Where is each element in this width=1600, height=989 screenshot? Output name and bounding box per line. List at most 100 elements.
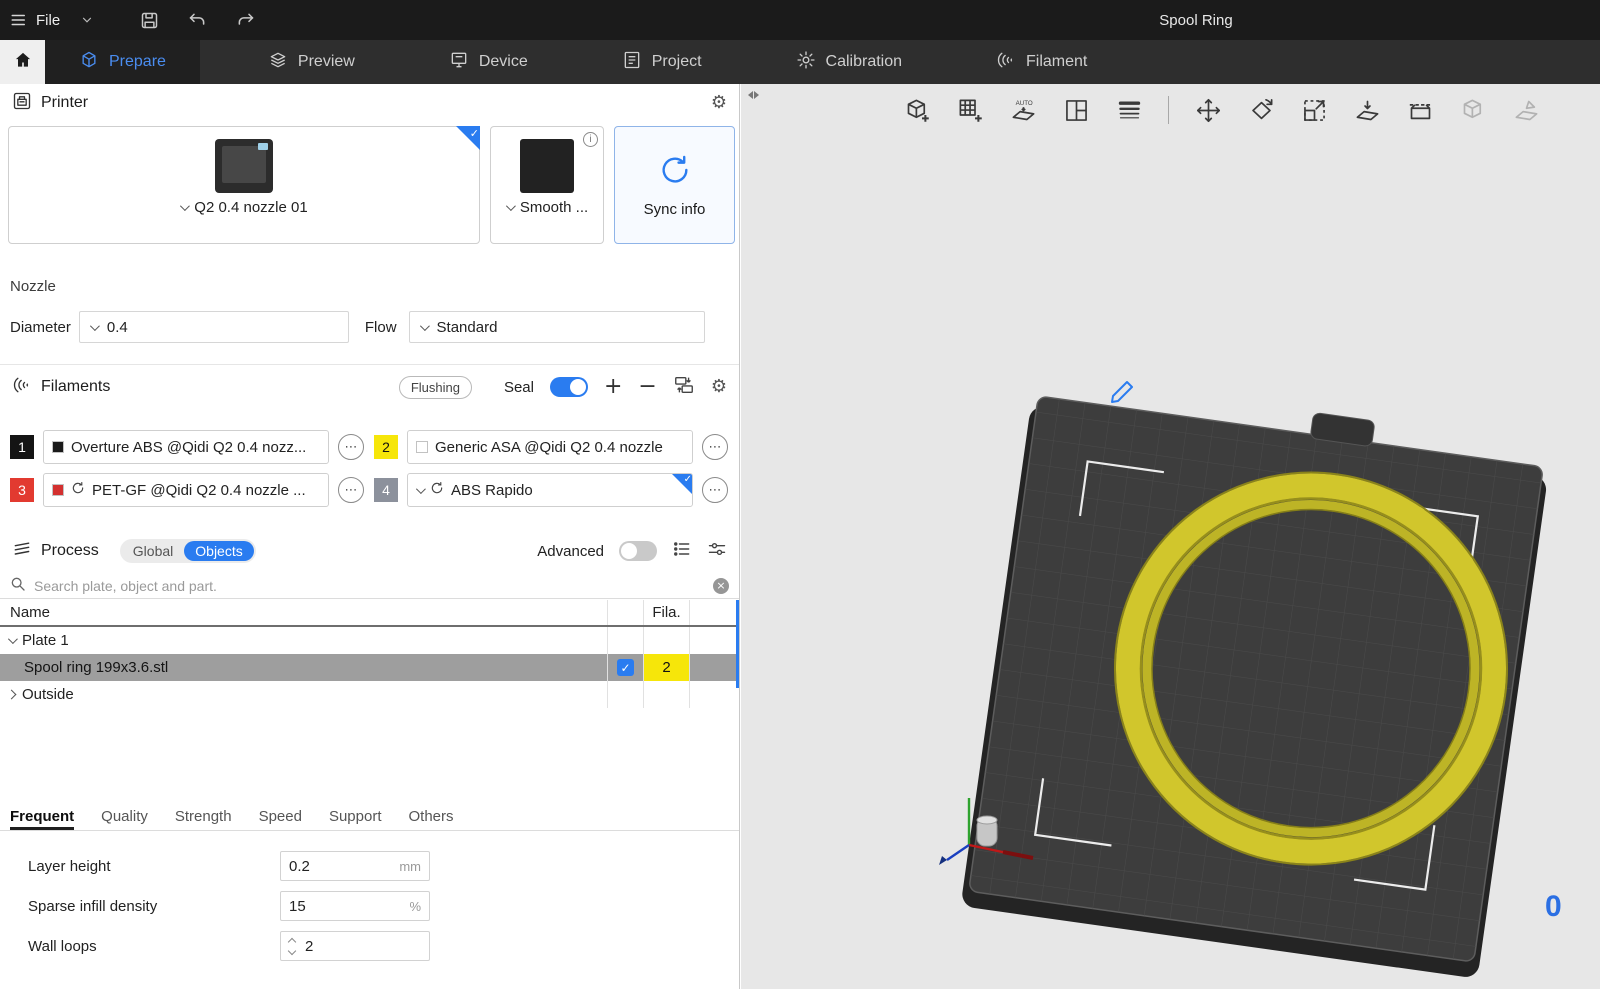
cut-icon[interactable]	[1402, 92, 1438, 128]
viewport-3d[interactable]: AUTO 0	[741, 84, 1600, 989]
tab-filament-label: Filament	[1026, 53, 1088, 70]
stepper-arrows-icon[interactable]	[287, 937, 301, 955]
plate-type-card[interactable]: i Smooth ...	[490, 126, 604, 244]
tab-prepare[interactable]: Prepare	[45, 40, 200, 84]
sync-info-button[interactable]: Sync info	[614, 126, 735, 244]
move-icon[interactable]	[1190, 92, 1226, 128]
tab-strength[interactable]: Strength	[175, 808, 232, 830]
search-clear-icon[interactable]: ×	[713, 577, 729, 594]
tab-project[interactable]: Project	[596, 40, 728, 84]
file-chevron-button[interactable]	[70, 3, 104, 37]
tab-speed[interactable]: Speed	[259, 808, 302, 830]
wall-loops-value: 2	[305, 937, 314, 955]
filament-3-menu-button[interactable]: ⋯	[338, 477, 364, 503]
filament-2-badge: 2	[374, 435, 398, 459]
place-on-face-icon[interactable]	[1349, 92, 1385, 128]
filament-1-badge: 1	[10, 435, 34, 459]
chevron-right-icon[interactable]	[6, 689, 17, 700]
auto-orient-icon[interactable]: AUTO	[1005, 92, 1041, 128]
arrange-icon[interactable]	[1058, 92, 1094, 128]
tab-support[interactable]: Support	[329, 808, 382, 830]
tab-others[interactable]: Others	[409, 808, 454, 830]
chevron-down-icon	[415, 483, 426, 494]
filament-1-menu-button[interactable]: ⋯	[338, 434, 364, 460]
tab-quality[interactable]: Quality	[101, 808, 148, 830]
home-button[interactable]	[0, 40, 45, 84]
tree-row-spool-ring[interactable]: Spool ring 199x3.6.stl ✓ 2	[0, 654, 739, 681]
scope-objects-button[interactable]: Objects	[184, 541, 254, 561]
printer-selector-card[interactable]: ✓ Q2 0.4 nozzle 01	[8, 126, 480, 244]
scope-global-button[interactable]: Global	[122, 541, 184, 561]
sidebar: Printer ⚙ ✓ Q2 0.4 nozzle 01 i Smooth ..…	[0, 84, 740, 989]
filament-2-menu-button[interactable]: ⋯	[702, 434, 728, 460]
filament-4-field[interactable]: ABS Rapido ✓	[407, 473, 693, 507]
rotate-icon[interactable]	[1243, 92, 1279, 128]
home-icon	[13, 50, 33, 74]
prepare-icon	[79, 50, 99, 75]
tab-filament[interactable]: Filament	[970, 40, 1113, 84]
flushing-button[interactable]: Flushing	[398, 375, 472, 399]
scale-icon[interactable]	[1296, 92, 1332, 128]
infill-density-input[interactable]: 15 %	[280, 891, 430, 921]
filaments-section-title: Filaments	[41, 378, 111, 395]
tune-options-icon[interactable]	[707, 539, 727, 563]
filament-1-name: Overture ABS @Qidi Q2 0.4 nozz...	[71, 438, 307, 456]
remove-filament-button[interactable]: −	[638, 376, 656, 398]
build-plate[interactable]	[961, 373, 1553, 978]
tree-row-outside[interactable]: Outside	[0, 681, 739, 708]
tab-calibration[interactable]: Calibration	[770, 40, 928, 84]
plate-info-icon[interactable]: i	[583, 132, 598, 147]
search-bar: ×	[0, 573, 739, 599]
add-object-icon[interactable]	[899, 92, 935, 128]
printer-settings-gear-icon[interactable]: ⚙	[711, 94, 727, 112]
filament-1-field[interactable]: Overture ABS @Qidi Q2 0.4 nozz...	[43, 430, 329, 464]
chevron-down-icon[interactable]	[7, 634, 18, 645]
device-icon	[449, 50, 469, 75]
filament-3-field[interactable]: PET-GF @Qidi Q2 0.4 nozzle ...	[43, 473, 329, 507]
build-plate-scene[interactable]	[741, 84, 1600, 989]
nozzle-label: Nozzle	[10, 278, 56, 295]
object-checkbox[interactable]: ✓	[617, 659, 634, 676]
panel-collapse-toggle[interactable]	[743, 86, 763, 104]
filament-settings-gear-icon[interactable]: ⚙	[711, 378, 727, 396]
spool-sync-icon	[430, 481, 444, 499]
parameter-list-icon[interactable]	[672, 539, 692, 563]
plate-number-label[interactable]: 0	[1545, 890, 1567, 924]
tab-preview[interactable]: Preview	[242, 40, 381, 84]
layer-height-input[interactable]: 0.2 mm	[280, 851, 430, 881]
filament-2-field[interactable]: Generic ASA @Qidi Q2 0.4 nozzle	[407, 430, 693, 464]
tree-row-plate1[interactable]: Plate 1	[0, 627, 739, 654]
plate-edit-icon[interactable]	[1111, 381, 1133, 403]
main-tabbar: Prepare Preview Device Project Calibrati…	[0, 40, 1600, 84]
redo-button[interactable]	[228, 3, 262, 37]
filament-exchange-icon[interactable]	[673, 374, 695, 400]
tab-device[interactable]: Device	[423, 40, 554, 84]
add-plate-icon[interactable]	[952, 92, 988, 128]
sync-info-label: Sync info	[643, 200, 706, 218]
object-filament-badge[interactable]: 2	[644, 654, 689, 681]
nozzle-diameter-select[interactable]: 0.4	[78, 311, 349, 343]
flow-select[interactable]: Standard	[408, 311, 705, 343]
filament-4-menu-button[interactable]: ⋯	[702, 477, 728, 503]
tab-prepare-label: Prepare	[109, 53, 166, 70]
file-menu[interactable]: File	[0, 0, 70, 40]
filament-1-color-swatch	[52, 441, 64, 453]
process-section-title: Process	[41, 542, 99, 559]
collapse-right-icon	[753, 91, 759, 99]
viewport-toolbar: AUTO	[899, 92, 1544, 128]
collapse-left-icon	[747, 91, 753, 99]
save-button[interactable]	[132, 3, 166, 37]
variable-layer-height-icon[interactable]	[1111, 92, 1147, 128]
undo-button[interactable]	[180, 3, 214, 37]
param-row-layer-height: Layer height 0.2 mm	[0, 846, 739, 886]
param-list: Layer height 0.2 mm Sparse infill densit…	[0, 846, 739, 966]
add-filament-button[interactable]: +	[604, 376, 622, 398]
param-row-infill: Sparse infill density 15 %	[0, 886, 739, 926]
tree-scrollbar[interactable]	[736, 600, 739, 688]
advanced-toggle[interactable]	[619, 541, 657, 561]
printer-section-header: Printer ⚙	[0, 84, 739, 122]
wall-loops-stepper[interactable]: 2	[280, 931, 430, 961]
tab-frequent[interactable]: Frequent	[10, 808, 75, 830]
seal-toggle[interactable]	[549, 377, 588, 397]
search-input[interactable]	[34, 577, 705, 594]
